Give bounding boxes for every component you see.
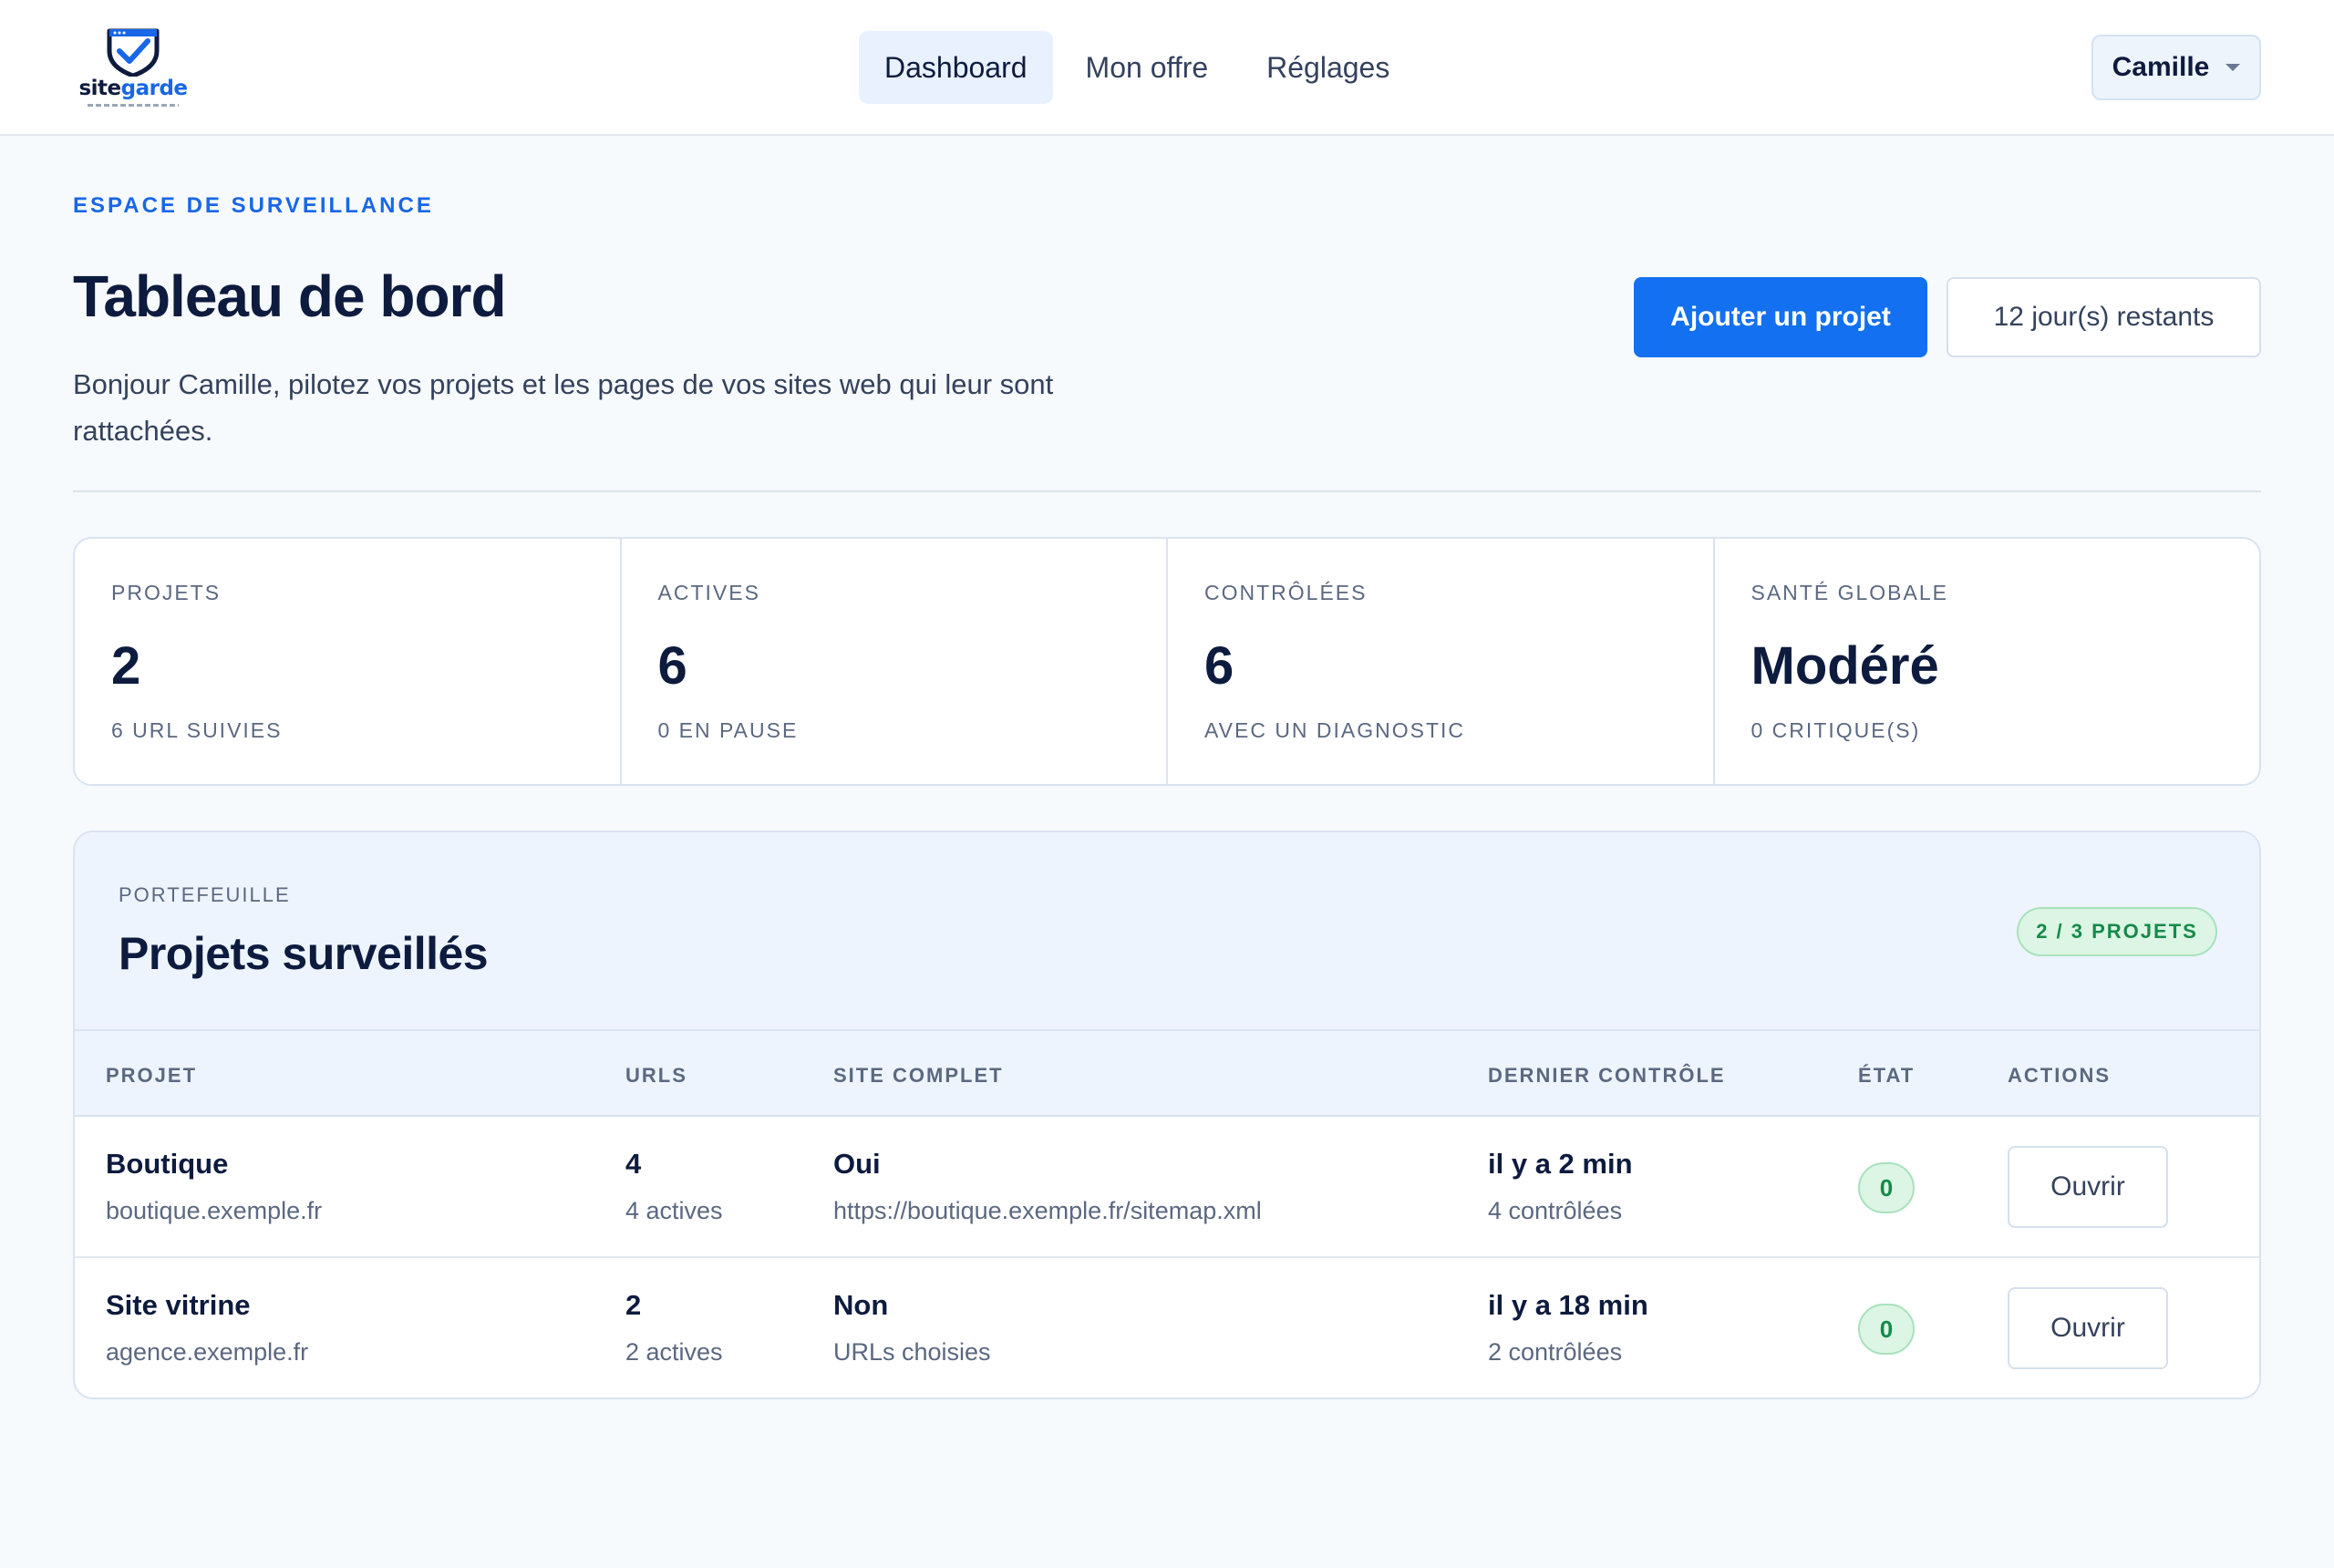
project-url-count: 4 [625,1148,642,1180]
chevron-down-icon [2226,64,2241,71]
stat-note: 0 EN PAUSE [657,718,799,742]
table-row: Boutique boutique.exemple.fr 4 4 actives… [75,1117,2259,1258]
nav-item-reglages[interactable]: Réglages [1241,31,1415,104]
page-title: Tableau de bord [73,263,507,329]
stat-note: AVEC UN DIAGNOSTIC [1204,718,1466,742]
stat-value: 2 [111,636,141,696]
projects-table-header: PROJET URLS SITE COMPLET DERNIER CONTRÔL… [75,1031,2259,1117]
status-badge: 0 [1858,1162,1915,1213]
add-project-button[interactable]: Ajouter un projet [1634,277,1927,357]
stat-label: SANTÉ GLOBALE [1750,581,1948,604]
logo-wordmark-part2: garde [120,77,188,100]
stat-label: CONTRÔLÉES [1204,581,1368,604]
nav-item-mon-offre[interactable]: Mon offre [1060,31,1234,104]
project-quota-badge: 2 / 3 PROJETS [2017,907,2217,956]
user-name: Camille [2112,52,2210,82]
project-full-site-note: URLs choisies [833,1338,991,1366]
project-full-site: Oui [833,1148,881,1180]
top-navbar: sitegarde Dashboard Mon offre Réglages C… [0,0,2334,136]
project-name[interactable]: Boutique [106,1148,228,1181]
column-header-projet: PROJET [106,1064,198,1087]
stat-note: 6 URL SUIVIES [111,718,283,742]
column-header-site-complet: SITE COMPLET [833,1064,1004,1087]
main-nav: Dashboard Mon offre Réglages [859,31,1415,104]
panel-eyebrow: PORTEFEUILLE [119,883,291,906]
column-header-urls: URLS [625,1064,687,1087]
logo-wordmark: sitegarde [75,77,191,100]
project-last-check: il y a 18 min [1488,1289,1648,1321]
nav-item-dashboard[interactable]: Dashboard [859,31,1053,104]
project-url-note: 4 actives [625,1197,723,1224]
logo-tagline-decoration [88,104,179,107]
column-header-etat: ÉTAT [1858,1064,1916,1087]
stat-label: ACTIVES [657,581,760,604]
project-last-check: il y a 2 min [1488,1148,1633,1180]
stat-value: 6 [1204,636,1234,696]
column-header-dernier-controle: DERNIER CONTRÔLE [1488,1064,1726,1087]
panel-title: Projets surveillés [119,928,489,979]
project-name[interactable]: Site vitrine [106,1289,251,1322]
project-domain: agence.exemple.fr [106,1338,309,1366]
header-divider [73,490,2261,492]
project-last-check-note: 4 contrôlées [1488,1197,1623,1224]
trial-days-button[interactable]: 12 jour(s) restants [1947,277,2261,357]
logo-wordmark-part1: site [78,77,121,100]
stat-value: 6 [657,636,687,696]
user-menu-button[interactable]: Camille [2091,35,2261,100]
stat-note: 0 CRITIQUE(S) [1750,718,1921,742]
sitegarde-logo[interactable]: sitegarde [75,26,191,111]
projects-panel: PORTEFEUILLE Projets surveillés 2 / 3 PR… [73,830,2261,1399]
page-eyebrow: ESPACE DE SURVEILLANCE [73,193,434,218]
project-full-site-note: https://boutique.exemple.fr/sitemap.xml [833,1197,1262,1224]
status-badge: 0 [1858,1304,1915,1355]
project-url-count: 2 [625,1289,642,1321]
stat-label: PROJETS [111,581,222,604]
stat-card-actives: ACTIVES 6 0 EN PAUSE [622,539,1168,784]
project-url-note: 2 actives [625,1338,723,1366]
project-last-check-note: 2 contrôlées [1488,1338,1623,1366]
stat-card-sante-globale: SANTÉ GLOBALE Modéré 0 CRITIQUE(S) [1715,539,2260,784]
table-row: Site vitrine agence.exemple.fr 2 2 activ… [75,1258,2259,1398]
projects-panel-header: PORTEFEUILLE Projets surveillés 2 / 3 PR… [75,832,2259,1031]
stat-value: Modéré [1750,636,1939,696]
stat-card-projets: PROJETS 2 6 URL SUIVIES [75,539,622,784]
column-header-actions: ACTIONS [2008,1064,2111,1087]
stats-summary: PROJETS 2 6 URL SUIVIES ACTIVES 6 0 EN P… [73,537,2261,786]
open-project-button[interactable]: Ouvrir [2008,1287,2168,1369]
project-domain: boutique.exemple.fr [106,1197,323,1224]
project-full-site: Non [833,1289,889,1321]
stat-card-controlees: CONTRÔLÉES 6 AVEC UN DIAGNOSTIC [1168,539,1715,784]
open-project-button[interactable]: Ouvrir [2008,1146,2168,1228]
shield-check-icon [107,28,160,77]
page-subtitle: Bonjour Camille, pilotez vos projets et … [73,368,1054,447]
